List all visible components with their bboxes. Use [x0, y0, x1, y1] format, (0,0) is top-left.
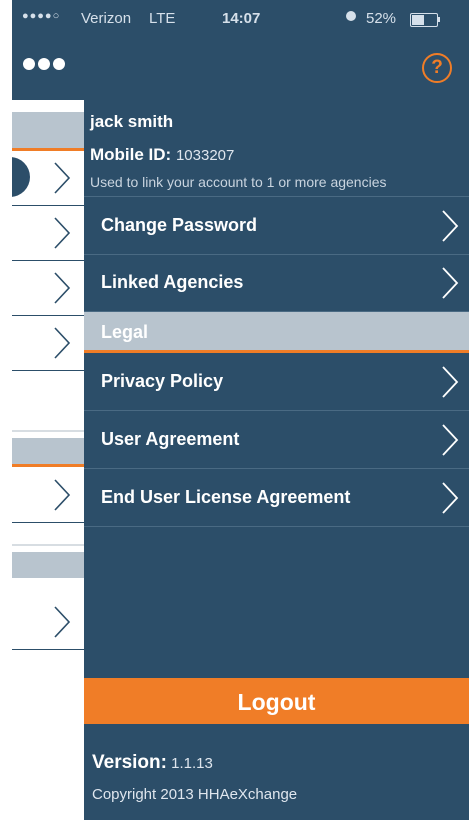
top-bar: ●●●●○ Verizon LTE 14:07 52% ?	[12, 0, 469, 100]
menu-item-label: End User License Agreement	[101, 487, 351, 507]
menu-item-label: Change Password	[101, 215, 258, 235]
chevron-right-icon	[442, 424, 459, 456]
background-list-row[interactable]	[12, 316, 84, 371]
chevron-right-icon	[442, 366, 459, 398]
more-dots-icon[interactable]	[12, 58, 65, 74]
background-divider	[12, 544, 84, 546]
chevron-right-icon	[54, 272, 71, 304]
dot	[23, 58, 35, 70]
background-section-header	[12, 552, 84, 578]
settings-drawer: jack smith Mobile ID: 1033207 Used to li…	[84, 100, 469, 820]
menu-item-label: User Agreement	[101, 429, 240, 449]
background-section-header	[12, 438, 84, 467]
alarm-clock-icon	[346, 11, 356, 21]
background-list-row[interactable]	[12, 206, 84, 261]
chevron-right-icon	[442, 210, 459, 242]
app-version: Version: 1.1.13	[92, 752, 213, 774]
chevron-right-icon	[442, 267, 459, 299]
section-header-legal: Legal	[84, 312, 469, 353]
network-type: LTE	[149, 10, 176, 27]
background-list-row[interactable]	[12, 151, 84, 206]
battery-tip	[438, 17, 440, 22]
chevron-right-icon	[54, 327, 71, 359]
menu-item-eula[interactable]: End User License Agreement	[84, 469, 469, 527]
background-list-row[interactable]	[12, 595, 84, 650]
status-bar: ●●●●○ Verizon LTE 14:07 52%	[12, 0, 469, 44]
mobile-id-value: 1033207	[175, 147, 235, 164]
menu-item-linked-agencies[interactable]: Linked Agencies	[84, 254, 469, 312]
clock: 14:07	[222, 10, 261, 27]
mobile-id-label: Mobile ID:	[90, 145, 172, 164]
dot	[38, 58, 50, 70]
background-list	[12, 100, 84, 820]
background-badge	[12, 157, 30, 197]
version-value: 1.1.13	[171, 755, 213, 772]
help-icon[interactable]: ?	[422, 53, 452, 83]
phone-screen: ●●●●○ Verizon LTE 14:07 52% ? jack smith…	[12, 0, 469, 820]
mobile-id: Mobile ID: 1033207	[90, 145, 234, 165]
version-label: Version:	[92, 752, 167, 773]
chevron-right-icon	[54, 606, 71, 638]
dot	[53, 58, 65, 70]
battery-level	[412, 15, 425, 25]
chevron-right-icon	[442, 482, 459, 514]
background-section-header	[12, 112, 84, 151]
menu-item-privacy-policy[interactable]: Privacy Policy	[84, 353, 469, 411]
background-list-row[interactable]	[12, 261, 84, 316]
battery-percent: 52%	[366, 10, 397, 27]
chevron-right-icon	[54, 479, 71, 511]
menu-item-change-password[interactable]: Change Password	[84, 196, 469, 255]
mobile-id-hint: Used to link your account to 1 or more a…	[90, 174, 387, 190]
profile-name: jack smith	[90, 112, 174, 131]
menu-item-label: Linked Agencies	[101, 272, 244, 292]
battery-icon	[410, 13, 438, 27]
menu-item-user-agreement[interactable]: User Agreement	[84, 411, 469, 469]
copyright-text: Copyright 2013 HHAeXchange	[92, 786, 298, 803]
section-label: Legal	[101, 322, 149, 342]
background-list-row[interactable]	[12, 468, 84, 523]
signal-strength: ●●●●○	[22, 10, 61, 22]
logout-button[interactable]: Logout	[84, 678, 469, 724]
background-divider	[12, 430, 84, 432]
menu-item-label: Privacy Policy	[101, 371, 224, 391]
chevron-right-icon	[54, 217, 71, 249]
carrier-name: Verizon	[81, 10, 132, 27]
chevron-right-icon	[54, 162, 71, 194]
logout-label: Logout	[237, 689, 316, 715]
